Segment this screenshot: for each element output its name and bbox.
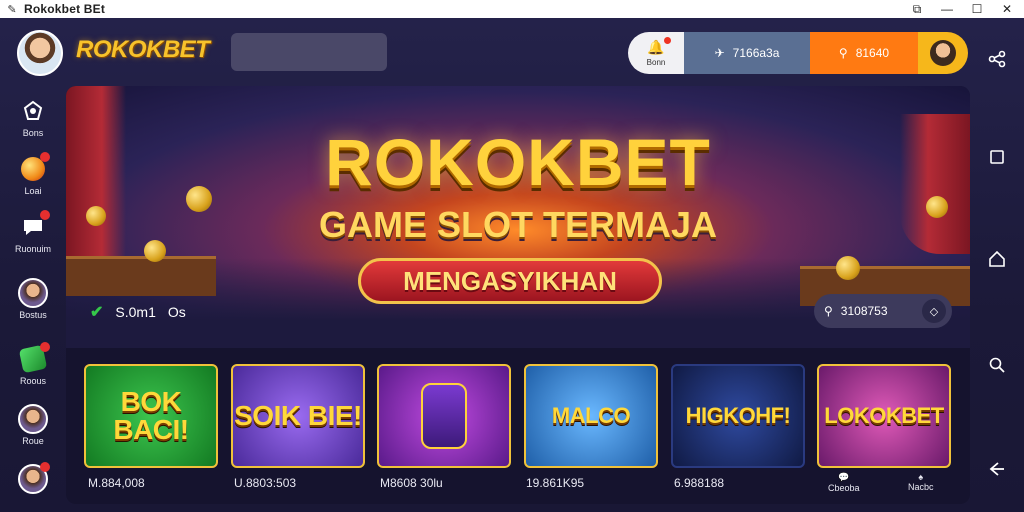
maximize-icon[interactable]: ☐: [970, 2, 984, 16]
game-title: HIGKOHF!: [685, 403, 791, 428]
game-label: U.8803:503: [234, 476, 297, 490]
minimize-icon[interactable]: —: [940, 2, 954, 16]
sidebar: Bons Loai Ruonuim Bostus Roous Roue: [0, 88, 66, 512]
bottom-right-label: Nacbc: [908, 482, 934, 492]
key-icon: ✈: [714, 46, 725, 60]
sidebar-item-bons[interactable]: Bons: [0, 96, 66, 138]
diamond-icon[interactable]: ◇: [922, 299, 946, 323]
notification-label: Bonn: [646, 58, 666, 67]
account-avatar: [930, 40, 956, 66]
sidebar-item-loai[interactable]: Loai: [0, 152, 66, 196]
stats-chip[interactable]: ⚲ 3108753 ◇: [814, 294, 952, 328]
sidebar-item-label: Roue: [22, 436, 44, 446]
game-tile[interactable]: BOK BACI!: [84, 364, 218, 468]
avatar: [18, 404, 48, 434]
app-icon: ✎: [7, 3, 17, 16]
game-title: BOK BACI!: [113, 386, 189, 445]
square-icon[interactable]: [984, 144, 1010, 170]
sidebar-item-label: Bons: [22, 128, 44, 138]
sidebar-item-bostus[interactable]: Bostus: [0, 278, 66, 320]
avatar: [18, 462, 50, 494]
lottery-ball-icon: [18, 152, 50, 184]
game-label: 6.988188: [674, 476, 725, 490]
brand-logo[interactable]: ROKOKBET: [76, 36, 210, 64]
check-icon: ✔: [90, 304, 104, 321]
badge: [40, 462, 50, 472]
main-content: ROKOKBET GAME SLOT TERMAJA MENGASYIKHAN …: [66, 86, 970, 504]
game-label: M.884,008: [88, 476, 145, 490]
avatar: [18, 278, 48, 308]
game-tile[interactable]: SOIK BIE!: [231, 364, 365, 468]
bell-icon: 🔔: [647, 37, 671, 56]
badge: [40, 152, 50, 162]
chat-bubble-icon: 💬: [838, 472, 850, 482]
stat-value-a: S.0m1: [115, 304, 156, 320]
game-tile[interactable]: [377, 364, 511, 468]
banner-ribbon: MENGASYIKHAN: [358, 258, 662, 304]
bottom-game-button[interactable]: ♠ Nacbc: [908, 472, 934, 492]
game-label: 19.861K95: [526, 476, 585, 490]
gamepad-icon: [18, 96, 48, 126]
back-icon[interactable]: [984, 456, 1010, 482]
hero-banner[interactable]: ROKOKBET GAME SLOT TERMAJA MENGASYIKHAN …: [66, 86, 970, 348]
home-icon[interactable]: [984, 246, 1010, 272]
banner-stats: ✔ S.0m1 Os: [90, 302, 186, 322]
share-icon[interactable]: [984, 46, 1010, 72]
window-controls: ⧉ — ☐ ✕: [910, 0, 1014, 18]
game-title: MALCO: [551, 403, 631, 428]
notification-button[interactable]: 🔔 Bonn: [628, 32, 684, 74]
gift-icon: [18, 342, 50, 374]
chip-value: 3108753: [840, 304, 888, 318]
banner-headline: ROKOKBET: [325, 125, 711, 199]
bottom-chat-button[interactable]: 💬 Cbeoba: [828, 472, 860, 493]
sidebar-item-label: Roous: [19, 376, 46, 386]
window-titlebar: ✎ Rokokbet BEt ⧉ — ☐ ✕: [0, 0, 1024, 18]
account-avatar-button[interactable]: [918, 32, 968, 74]
bottom-left-label: Cbeoba: [828, 483, 860, 493]
badge: [40, 210, 50, 220]
sidebar-item-roue[interactable]: Roue: [0, 404, 66, 446]
controller-icon: ♠: [918, 472, 924, 482]
table-left-decoration: [66, 256, 216, 296]
notification-dot: [663, 37, 671, 44]
header: ROKOKBET 🔔 Bonn ✈ 7166a3a ⚲ 81640: [0, 18, 1024, 88]
game-grid: BOK BACI! SOIK BIE! MALCO HIGKOHF! LOKOK…: [84, 364, 954, 468]
login-label: 7166a3a: [732, 46, 780, 60]
chat-icon: [18, 210, 50, 242]
game-title: LOKOKBET: [824, 403, 944, 428]
register-label: 81640: [855, 46, 890, 60]
gold-coin-icon: [836, 256, 860, 280]
sidebar-item-profile[interactable]: [0, 462, 66, 494]
sidebar-item-label: Ruonuim: [14, 244, 52, 254]
register-button[interactable]: ⚲ 81640: [810, 32, 918, 74]
right-rail: [972, 18, 1024, 512]
chip-user-icon: ⚲: [824, 304, 833, 318]
sidebar-item-label: Bostus: [19, 310, 47, 320]
close-icon[interactable]: ✕: [1000, 2, 1014, 16]
character-can-icon: [421, 383, 467, 449]
login-button[interactable]: ✈ 7166a3a: [684, 32, 810, 74]
window-title: Rokokbet BEt: [24, 2, 106, 16]
game-labels: M.884,008 U.8803:503 M8608 30lu 19.861K9…: [84, 476, 954, 496]
game-tile[interactable]: MALCO: [524, 364, 658, 468]
badge: [40, 342, 50, 352]
profile-avatar[interactable]: [17, 30, 63, 76]
app-window: ROKOKBET 🔔 Bonn ✈ 7166a3a ⚲ 81640 Bons L…: [0, 18, 1024, 512]
restore-icon[interactable]: ⧉: [910, 2, 924, 16]
sidebar-item-label: Loai: [24, 186, 42, 196]
user-icon: ⚲: [838, 46, 848, 60]
sidebar-item-ruonuim[interactable]: Ruonuim: [0, 210, 66, 254]
sidebar-item-roous[interactable]: Roous: [0, 342, 66, 386]
search-input[interactable]: [231, 33, 387, 71]
game-title: SOIK BIE!: [234, 400, 362, 431]
stat-value-b: Os: [167, 304, 186, 320]
banner-subline: GAME SLOT TERMAJA: [318, 204, 717, 245]
search-icon[interactable]: [984, 352, 1010, 378]
game-tile[interactable]: LOKOKBET: [817, 364, 951, 468]
game-tile[interactable]: HIGKOHF!: [671, 364, 805, 468]
game-label: M8608 30lu: [380, 476, 443, 490]
